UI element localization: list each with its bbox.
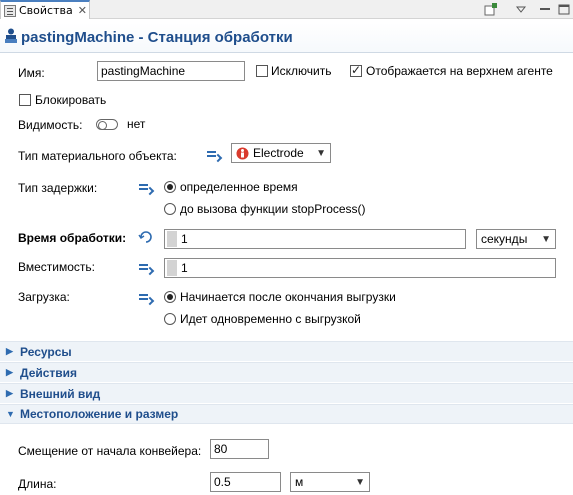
process-time-label: Время обработки: — [18, 231, 127, 245]
tab-properties[interactable]: Свойства ✕ — [0, 0, 90, 19]
top-agent-label: Отображается на верхнем агенте — [366, 64, 553, 78]
section-location-size-label: Местоположение и размер — [20, 407, 179, 421]
process-time-unit-select[interactable]: секунды ▼ — [476, 229, 556, 249]
properties-icon — [4, 4, 16, 17]
delay-type-option-stop: до вызова функции stopProcess() — [180, 202, 366, 216]
exclude-checkbox[interactable] — [256, 65, 268, 77]
chevron-right-icon: ▶ — [6, 346, 13, 356]
section-actions-label: Действия — [20, 365, 78, 380]
chevron-right-icon: ▶ — [6, 388, 13, 398]
length-label: Длина: — [18, 477, 57, 491]
view-menu-icon[interactable] — [513, 2, 529, 17]
chevron-right-icon: ▶ — [6, 367, 13, 377]
new-view-icon[interactable] — [483, 2, 499, 17]
static-value-icon[interactable] — [139, 182, 151, 192]
block-label: Блокировать — [35, 93, 107, 107]
close-icon[interactable]: ✕ — [78, 4, 87, 17]
agent-icon — [5, 28, 17, 43]
capacity-value: 1 — [181, 261, 188, 275]
length-unit-select[interactable]: м ▼ — [290, 472, 370, 492]
section-appearance-label: Внешний вид — [20, 386, 101, 401]
section-resources[interactable]: ▶ Ресурсы — [0, 341, 573, 361]
offset-label: Смещение от начала конвейера: — [18, 444, 202, 458]
loading-option-after: Начинается после окончания выгрузки — [180, 290, 396, 304]
material-type-value: Electrode — [253, 146, 304, 160]
agent-type-icon — [236, 147, 249, 159]
process-time-field[interactable]: 1 — [164, 229, 466, 249]
block-checkbox[interactable] — [19, 94, 31, 106]
maximize-icon[interactable] — [556, 2, 572, 17]
delay-type-label: Тип задержки: — [18, 181, 98, 195]
static-value-icon[interactable] — [139, 262, 151, 272]
chevron-down-icon: ▼ — [541, 234, 551, 245]
capacity-field[interactable]: 1 — [164, 258, 556, 278]
section-actions[interactable]: ▶ Действия — [0, 362, 573, 382]
length-unit-value: м — [295, 475, 304, 489]
delay-type-radio-fixed[interactable] — [164, 181, 176, 193]
loading-option-simultaneous: Идет одновременно с выгрузкой — [180, 312, 361, 326]
name-label: Имя: — [18, 66, 45, 80]
top-agent-checkbox[interactable] — [350, 63, 362, 77]
tab-properties-label: Свойства — [19, 4, 73, 17]
exclude-label: Исключить — [271, 64, 332, 78]
code-marker — [167, 260, 177, 276]
material-type-select[interactable]: Electrode ▼ — [231, 143, 331, 163]
loading-label: Загрузка: — [18, 290, 70, 304]
loading-radio-after[interactable] — [164, 291, 176, 303]
process-time-value: 1 — [181, 232, 188, 246]
offset-field[interactable]: 80 — [210, 439, 269, 459]
material-type-label: Тип материального объекта: — [18, 149, 177, 163]
code-marker — [167, 231, 177, 247]
page-title: pastingMachine - Станция обработки — [21, 29, 293, 46]
chevron-down-icon: ▼ — [355, 477, 365, 488]
dynamic-value-icon[interactable] — [138, 229, 154, 245]
section-appearance[interactable]: ▶ Внешний вид — [0, 383, 573, 403]
static-value-icon[interactable] — [139, 292, 151, 302]
visibility-label: Видимость: — [18, 118, 83, 132]
minimize-icon[interactable] — [537, 2, 553, 17]
name-field[interactable]: pastingMachine — [97, 61, 245, 81]
delay-type-radio-stop[interactable] — [164, 203, 176, 215]
capacity-label: Вместимость: — [18, 260, 95, 274]
section-location-size[interactable]: ▼ Местоположение и размер — [0, 404, 573, 424]
loading-radio-simultaneous[interactable] — [164, 313, 176, 325]
delay-type-option-fixed: определенное время — [180, 180, 298, 194]
static-value-icon[interactable] — [207, 149, 219, 159]
length-field[interactable]: 0.5 — [210, 472, 281, 492]
visibility-toggle[interactable] — [96, 119, 118, 130]
chevron-down-icon: ▼ — [6, 409, 15, 419]
chevron-down-icon: ▼ — [316, 148, 326, 159]
section-resources-label: Ресурсы — [20, 344, 72, 359]
process-time-unit-value: секунды — [481, 232, 528, 246]
visibility-value: нет — [127, 117, 146, 131]
